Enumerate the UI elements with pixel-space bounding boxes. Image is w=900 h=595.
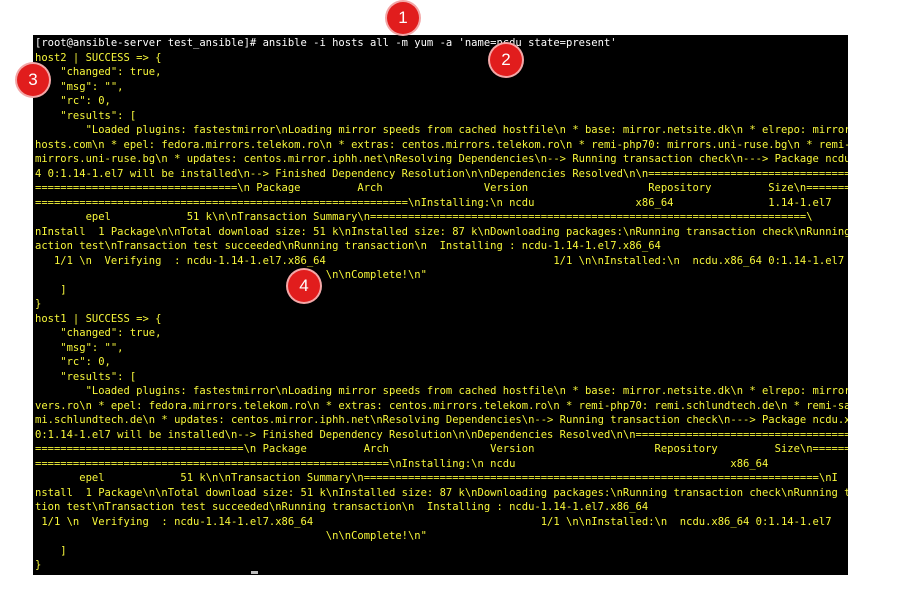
- output-line: epel 51 k\n\nTransaction Summary\n======…: [35, 472, 838, 484]
- output-line: vers.ro\n * epel: fedora.mirrors.telekom…: [35, 400, 848, 412]
- output-line: ========================================…: [35, 197, 832, 209]
- output-line: "changed": true,: [35, 327, 162, 339]
- output-line: "results": [: [35, 371, 137, 383]
- output-line: ================================\n Packa…: [35, 182, 848, 194]
- annotation-marker-1: 1: [387, 2, 419, 34]
- output-line: }: [35, 298, 42, 310]
- output-line: mi.schlundtech.de\n * updates: centos.mi…: [35, 414, 848, 426]
- output-line: =================================\n Pack…: [35, 443, 848, 455]
- output-line: ]: [35, 284, 67, 296]
- annotation-marker-3: 3: [17, 64, 49, 96]
- output-line: "changed": true,: [35, 66, 162, 78]
- output-line: }: [35, 559, 42, 571]
- output-line: "Loaded plugins: fastestmirror\nLoading …: [35, 385, 848, 397]
- output-line: \n\nComplete!\n": [35, 269, 427, 281]
- output-line: nInstall 1 Package\n\nTotal download siz…: [35, 226, 848, 238]
- annotation-marker-4: 4: [288, 270, 320, 302]
- output-line: "results": [: [35, 110, 137, 122]
- host-header-host1: host1 | SUCCESS => {: [35, 313, 162, 325]
- output-line: 0:1.14-1.el7 will be installed\n--> Fini…: [35, 429, 848, 441]
- output-line: "rc": 0,: [35, 356, 111, 368]
- output-line: \n\nComplete!\n": [35, 530, 427, 542]
- terminal-cursor: [251, 571, 258, 574]
- terminal-window[interactable]: [root@ansible-server test_ansible]# ansi…: [33, 35, 848, 575]
- output-line: "msg": "",: [35, 342, 124, 354]
- command-line: [root@ansible-server test_ansible]# ansi…: [35, 37, 617, 49]
- output-line: action test\nTransaction test succeeded\…: [35, 240, 661, 252]
- output-line: hosts.com\n * epel: fedora.mirrors.telek…: [35, 139, 848, 151]
- output-line: tion test\nTransaction test succeeded\nR…: [35, 501, 649, 513]
- output-line: "Loaded plugins: fastestmirror\nLoading …: [35, 124, 848, 136]
- annotation-marker-2: 2: [490, 44, 522, 76]
- output-line: ========================================…: [35, 458, 769, 470]
- output-line: nstall 1 Package\n\nTotal download size:…: [35, 487, 848, 499]
- output-line: 1/1 \n Verifying : ncdu-1.14-1.el7.x86_6…: [35, 255, 845, 267]
- output-line: 1/1 \n Verifying : ncdu-1.14-1.el7.x86_6…: [35, 516, 832, 528]
- output-line: 4 0:1.14-1.el7 will be installed\n--> Fi…: [35, 168, 848, 180]
- output-line: "rc": 0,: [35, 95, 111, 107]
- output-line: epel 51 k\n\nTransaction Summary\n======…: [35, 211, 813, 223]
- host-header-host2: host2 | SUCCESS => {: [35, 52, 162, 64]
- output-line: mirrors.uni-ruse.bg\n * updates: centos.…: [35, 153, 848, 165]
- output-line: ]: [35, 545, 67, 557]
